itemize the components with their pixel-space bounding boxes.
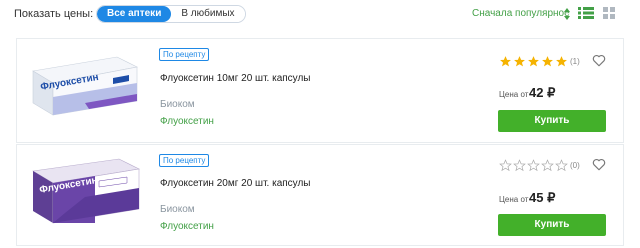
price-from-label: Цена от (499, 195, 529, 204)
product-card: Флуоксетин По рецепту Флуоксетин 10мг 20… (16, 38, 624, 143)
listing-toolbar: Показать цены: Все аптеки В любимых Снач… (0, 0, 640, 30)
filter-favorites-button[interactable]: В любимых (171, 6, 245, 22)
product-name-link[interactable]: Флуоксетин 20мг 20 шт. капсулы (160, 178, 310, 189)
price-filter-toggle: Все аптеки В любимых (96, 5, 246, 23)
prescription-badge: По рецепту (159, 48, 210, 61)
grid-view-icon[interactable] (602, 6, 616, 20)
star-filled-icon (514, 56, 525, 67)
rating-stars[interactable]: (0) (499, 159, 580, 172)
sort-arrows-icon[interactable] (563, 7, 571, 21)
list-view-icon[interactable] (578, 6, 594, 20)
rating-stars[interactable]: (1) (499, 55, 580, 68)
buy-button[interactable]: Купить (498, 110, 606, 132)
show-prices-label: Показать цены: (14, 8, 94, 20)
star-filled-icon (556, 56, 567, 67)
star-filled-icon (500, 56, 511, 67)
star-empty-icon (499, 159, 512, 172)
manufacturer-link[interactable]: Биоком (160, 99, 195, 110)
sort-dropdown[interactable]: Сначала популярное (472, 8, 570, 19)
star-empty-icon (541, 159, 554, 172)
active-substance-link[interactable]: Флуоксетин (160, 221, 214, 232)
star-empty-icon (527, 159, 540, 172)
manufacturer-link[interactable]: Биоком (160, 204, 195, 215)
product-image[interactable]: Флуоксетин (25, 45, 145, 135)
price-value: 45 ₽ (529, 190, 556, 205)
rating-count: (1) (570, 57, 580, 66)
star-filled-icon (528, 56, 539, 67)
buy-button[interactable]: Купить (498, 214, 606, 236)
star-empty-icon (513, 159, 526, 172)
prescription-badge: По рецепту (159, 154, 210, 167)
star-empty-icon (555, 159, 568, 172)
active-substance-link[interactable]: Флуоксетин (160, 116, 214, 127)
favorite-heart-icon[interactable] (592, 158, 606, 171)
favorite-heart-icon[interactable] (592, 54, 606, 67)
filter-all-pharmacies-button[interactable]: Все аптеки (97, 6, 172, 22)
product-name-link[interactable]: Флуоксетин 10мг 20 шт. капсулы (160, 73, 310, 84)
price-value: 42 ₽ (529, 85, 556, 100)
star-filled-icon (542, 56, 553, 67)
product-image[interactable]: Флуоксетин (25, 151, 145, 241)
product-card: Флуоксетин По рецепту Флуоксетин 20мг 20… (16, 144, 624, 246)
price-from-label: Цена от (499, 90, 529, 99)
rating-count: (0) (570, 161, 580, 170)
